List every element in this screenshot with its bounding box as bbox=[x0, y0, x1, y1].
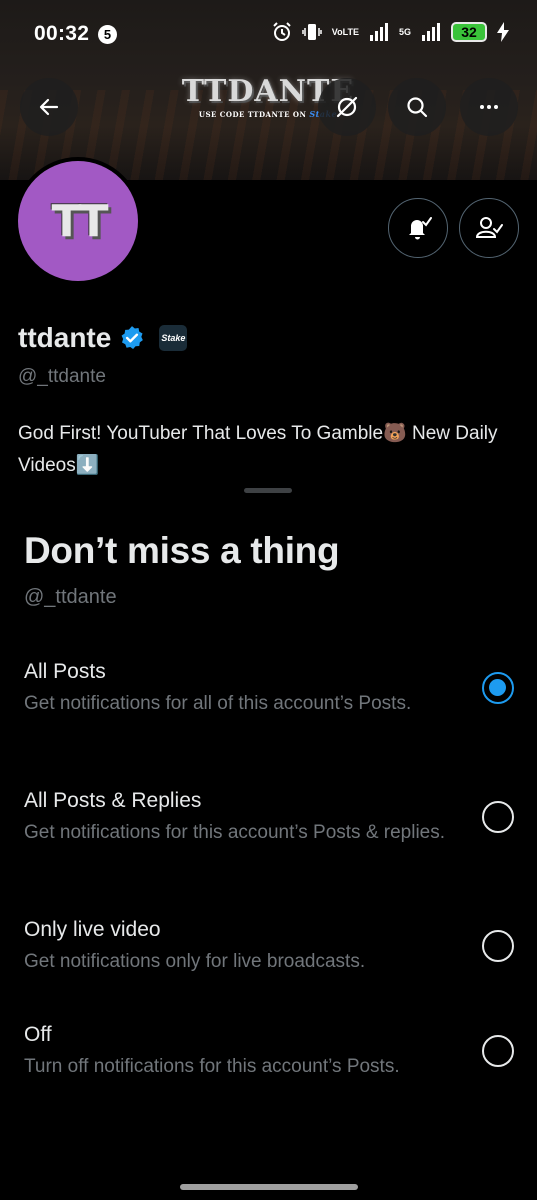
following-button[interactable] bbox=[459, 198, 519, 258]
radio-off[interactable] bbox=[482, 1035, 514, 1067]
search-button[interactable] bbox=[388, 78, 446, 136]
sheet-account-handle: @_ttdante bbox=[24, 586, 117, 608]
signal-icon bbox=[369, 23, 389, 41]
charging-icon bbox=[497, 22, 509, 42]
alarm-icon bbox=[272, 22, 292, 42]
avatar[interactable]: TT bbox=[14, 157, 142, 285]
option-only-live-video[interactable]: Only live video Get notifications only f… bbox=[0, 918, 537, 1028]
notification-count-badge: 5 bbox=[98, 25, 117, 44]
option-all-posts[interactable]: All Posts Get notifications for all of t… bbox=[0, 660, 537, 770]
vibrate-icon bbox=[302, 22, 322, 42]
status-bar: 00:32 5 Vo LTE 5G 32 bbox=[0, 0, 537, 70]
option-all-posts-replies[interactable]: All Posts & Replies Get notifications fo… bbox=[0, 789, 537, 899]
radio-all-posts-replies[interactable] bbox=[482, 801, 514, 833]
option-label: Off bbox=[24, 1023, 52, 1046]
sheet-title: Don’t miss a thing bbox=[24, 530, 340, 571]
profile-bio: God First! YouTuber That Loves To Gamble… bbox=[18, 423, 498, 476]
notification-settings-sheet: Don’t miss a thing @_ttdante All Posts G… bbox=[0, 478, 537, 1200]
option-description: Turn off notifications for this account’… bbox=[24, 1056, 400, 1077]
avatar-text: TT bbox=[51, 195, 108, 247]
search-icon bbox=[407, 97, 428, 118]
grok-icon bbox=[336, 96, 358, 118]
signal-5g-icon bbox=[421, 23, 441, 41]
network-volte-label: Vo LTE bbox=[331, 26, 359, 37]
following-icon bbox=[475, 217, 503, 238]
option-description: Get notifications for all of this accoun… bbox=[24, 693, 412, 714]
notification-bell-icon bbox=[409, 217, 432, 240]
battery-indicator: 32 bbox=[451, 22, 487, 42]
more-options-button[interactable] bbox=[460, 78, 518, 136]
option-label: Only live video bbox=[24, 918, 161, 941]
grok-button[interactable] bbox=[318, 78, 376, 136]
back-arrow-icon bbox=[39, 98, 59, 116]
verified-icon bbox=[121, 326, 144, 350]
profile-handle: @_ttdante bbox=[18, 366, 106, 387]
option-description: Get notifications for this account’s Pos… bbox=[24, 822, 446, 843]
status-time: 00:32 bbox=[34, 22, 90, 45]
affiliate-badge[interactable]: Stake bbox=[159, 325, 188, 351]
option-label: All Posts bbox=[24, 660, 106, 683]
avatar-image: TT bbox=[18, 161, 138, 281]
back-button[interactable] bbox=[20, 78, 78, 136]
notifications-button[interactable] bbox=[388, 198, 448, 258]
radio-only-live-video[interactable] bbox=[482, 930, 514, 962]
home-indicator[interactable] bbox=[180, 1184, 358, 1190]
status-icons: Vo LTE 5G 32 bbox=[272, 22, 509, 42]
option-off[interactable]: Off Turn off notifications for this acco… bbox=[0, 1023, 537, 1133]
option-description: Get notifications only for live broadcas… bbox=[24, 951, 366, 972]
sheet-drag-handle[interactable] bbox=[244, 488, 292, 493]
display-name: ttdante bbox=[18, 322, 112, 353]
radio-all-posts[interactable] bbox=[482, 672, 514, 704]
name-row: ttdante Stake bbox=[18, 322, 188, 354]
more-icon bbox=[480, 105, 498, 109]
network-5g-label: 5G bbox=[398, 26, 411, 37]
option-label: All Posts & Replies bbox=[24, 789, 202, 812]
